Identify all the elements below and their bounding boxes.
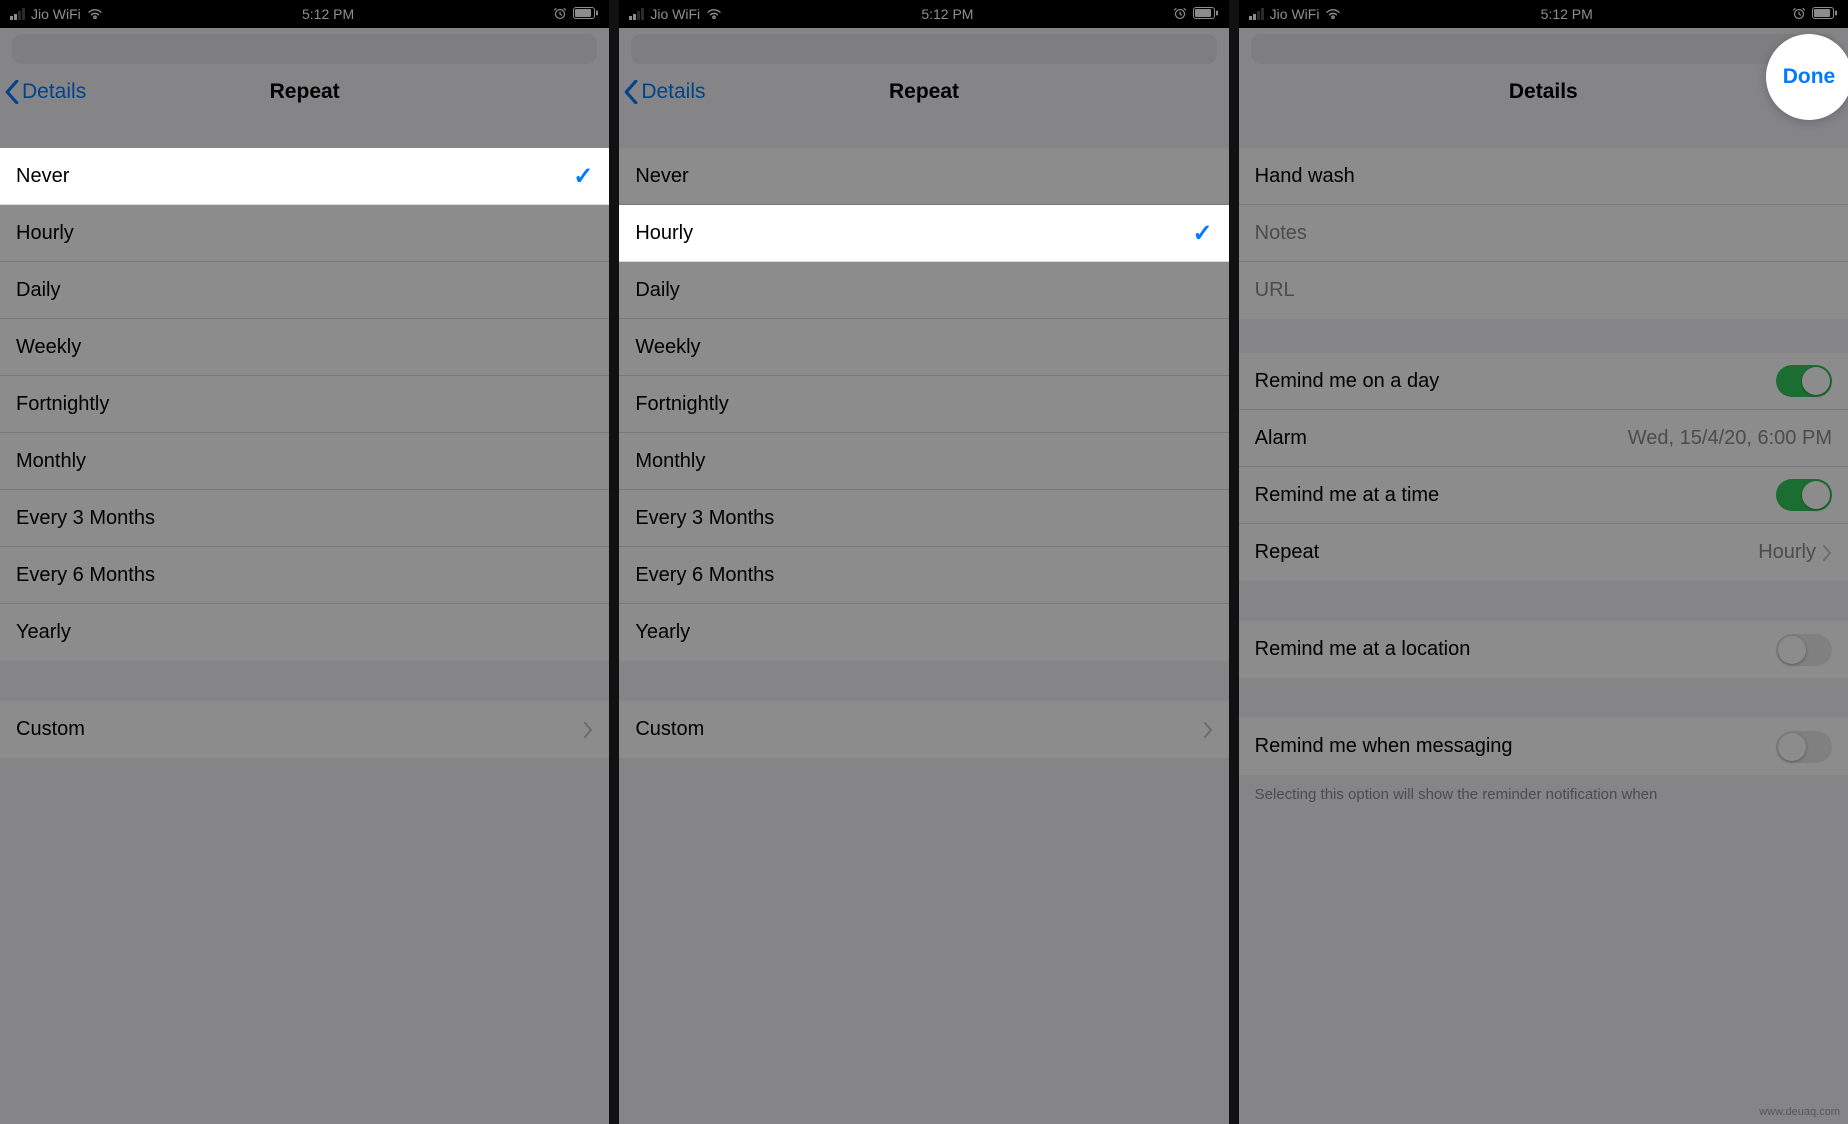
signal-icon [10, 8, 25, 20]
option-daily[interactable]: Daily [0, 262, 609, 319]
remind-me-when-messaging-row[interactable]: Remind me when messaging [1239, 718, 1848, 775]
repeat-value: Hourly [1758, 541, 1816, 564]
alarm-icon [1792, 6, 1806, 23]
repeat-options-list: Never Hourly✓ Daily Weekly Fortnightly M… [619, 148, 1228, 661]
nav-bar: Details Repeat [0, 64, 609, 120]
battery-icon [573, 6, 599, 22]
carrier-label: Jio WiFi [1270, 6, 1320, 22]
panel-details: Jio WiFi 5:12 PM Details Done Done Hand … [1239, 0, 1848, 1124]
option-weekly[interactable]: Weekly [619, 319, 1228, 376]
search-strip [1239, 28, 1848, 64]
signal-icon [629, 8, 644, 20]
nav-title: Details [1509, 80, 1578, 104]
section-gap [619, 661, 1228, 701]
battery-icon [1193, 6, 1219, 22]
watermark: www.deuaq.com [1759, 1106, 1840, 1118]
search-bubble [631, 34, 1216, 64]
back-label: Details [22, 80, 86, 104]
nav-title: Repeat [889, 80, 959, 104]
search-strip [0, 28, 609, 64]
remind-messaging-switch[interactable] [1776, 731, 1832, 763]
nav-bar: Details Repeat [619, 64, 1228, 120]
option-yearly[interactable]: Yearly [0, 604, 609, 661]
done-label: Done [1783, 65, 1836, 89]
option-fortnightly[interactable]: Fortnightly [0, 376, 609, 433]
search-bubble [12, 34, 597, 64]
status-bar: Jio WiFi 5:12 PM [619, 0, 1228, 28]
status-bar: Jio WiFi 5:12 PM [0, 0, 609, 28]
status-time: 5:12 PM [921, 6, 973, 22]
option-every-6-months[interactable]: Every 6 Months [0, 547, 609, 604]
option-every-3-months[interactable]: Every 3 Months [619, 490, 1228, 547]
alarm-value: Wed, 15/4/20, 6:00 PM [1628, 427, 1832, 450]
option-never[interactable]: Never [619, 148, 1228, 205]
reminder-title-field[interactable]: Hand wash [1239, 148, 1848, 205]
battery-icon [1812, 6, 1838, 22]
option-monthly[interactable]: Monthly [619, 433, 1228, 490]
details-list: Hand wash Notes URL Remind me on a day A… [1239, 148, 1848, 815]
remind-location-switch[interactable] [1776, 634, 1832, 666]
option-every-6-months[interactable]: Every 6 Months [619, 547, 1228, 604]
footer-note: Selecting this option will show the remi… [1239, 775, 1848, 815]
custom-section: Custom [0, 701, 609, 758]
nav-bar: Details Done [1239, 64, 1848, 120]
remind-time-switch[interactable] [1776, 479, 1832, 511]
option-monthly[interactable]: Monthly [0, 433, 609, 490]
option-fortnightly[interactable]: Fortnightly [619, 376, 1228, 433]
carrier-label: Jio WiFi [650, 6, 700, 22]
option-custom[interactable]: Custom [619, 701, 1228, 758]
remind-me-at-a-location-row[interactable]: Remind me at a location [1239, 621, 1848, 678]
back-button[interactable]: Details [623, 80, 705, 104]
alarm-icon [1173, 6, 1187, 23]
option-every-3-months[interactable]: Every 3 Months [0, 490, 609, 547]
option-daily[interactable]: Daily [619, 262, 1228, 319]
url-field[interactable]: URL [1239, 262, 1848, 319]
status-bar: Jio WiFi 5:12 PM [1239, 0, 1848, 28]
notes-field[interactable]: Notes [1239, 205, 1848, 262]
carrier-label: Jio WiFi [31, 6, 81, 22]
custom-section: Custom [619, 701, 1228, 758]
option-yearly[interactable]: Yearly [619, 604, 1228, 661]
status-time: 5:12 PM [1541, 6, 1593, 22]
option-hourly[interactable]: Hourly✓ [619, 205, 1228, 262]
checkmark-icon: ✓ [573, 162, 593, 191]
remind-day-switch[interactable] [1776, 365, 1832, 397]
back-button[interactable]: Details [4, 80, 86, 104]
repeat-row[interactable]: Repeat Hourly [1239, 524, 1848, 581]
option-weekly[interactable]: Weekly [0, 319, 609, 376]
status-time: 5:12 PM [302, 6, 354, 22]
alarm-icon [553, 6, 567, 23]
wifi-icon [706, 8, 722, 20]
search-bubble [1251, 34, 1836, 64]
panel-repeat-hourly: Jio WiFi 5:12 PM Details Repeat Never Ho… [619, 0, 1228, 1124]
signal-icon [1249, 8, 1264, 20]
panel-repeat-never: Jio WiFi 5:12 PM Details Repeat Never✓ H… [0, 0, 609, 1124]
checkmark-icon: ✓ [1193, 219, 1213, 248]
done-button-spotlight[interactable]: Done [1766, 34, 1848, 120]
alarm-row[interactable]: Alarm Wed, 15/4/20, 6:00 PM [1239, 410, 1848, 467]
wifi-icon [87, 8, 103, 20]
wifi-icon [1325, 8, 1341, 20]
section-gap [0, 661, 609, 701]
option-hourly[interactable]: Hourly [0, 205, 609, 262]
search-strip [619, 28, 1228, 64]
remind-me-on-a-day-row[interactable]: Remind me on a day [1239, 353, 1848, 410]
chevron-right-icon [1822, 545, 1832, 561]
remind-me-at-a-time-row[interactable]: Remind me at a time [1239, 467, 1848, 524]
back-label: Details [641, 80, 705, 104]
repeat-options-list: Never✓ Hourly Daily Weekly Fortnightly M… [0, 148, 609, 661]
option-never[interactable]: Never✓ [0, 148, 609, 205]
chevron-right-icon [583, 722, 593, 738]
chevron-right-icon [1203, 722, 1213, 738]
option-custom[interactable]: Custom [0, 701, 609, 758]
nav-title: Repeat [270, 80, 340, 104]
